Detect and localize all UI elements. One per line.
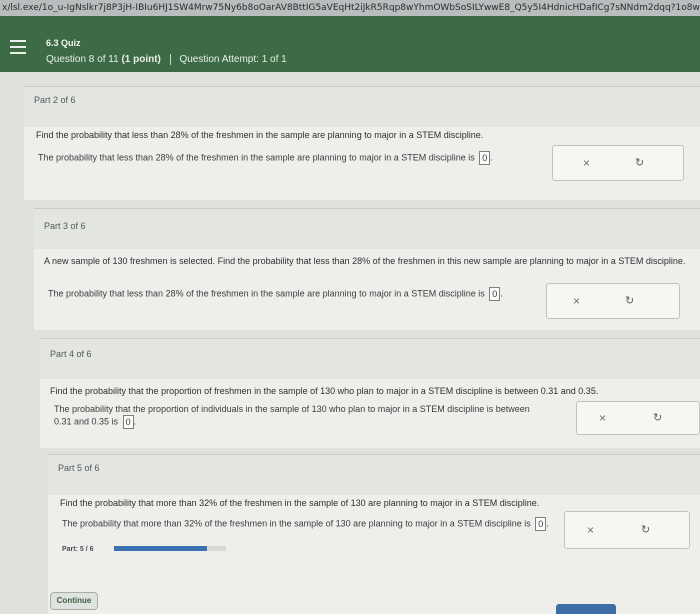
part-2-answer-prefix: The probability that less than 28% of th… [38, 152, 475, 163]
quiz-header: 6.3 Quiz Question 8 of 11 (1 point) Ques… [0, 16, 700, 72]
part-2-panel: Part 2 of 6 Find the probability that le… [24, 86, 700, 200]
part-5-answer-input[interactable]: 0 [535, 517, 547, 531]
part-4-answer-line: The probability that the proportion of i… [54, 403, 594, 429]
attempt-label: Question Attempt: 1 of 1 [179, 54, 287, 66]
part-4-answer-input[interactable]: 0 [122, 415, 134, 429]
part-2-answer-line: The probability that less than 28% of th… [38, 151, 493, 165]
part-4-answer-prefix: The probability that the proportion of i… [54, 404, 530, 414]
part-2-label: Part 2 of 6 [34, 95, 76, 105]
part-3-action-box: × ↻ [546, 283, 680, 319]
quiz-title: 6.3 Quiz [46, 38, 81, 48]
part-2-action-box: × ↻ [552, 145, 684, 181]
redo-icon[interactable]: ↻ [625, 294, 634, 307]
part-4-answer-prefix-2: 0.31 and 0.35 is [54, 416, 119, 427]
question-label: Question 8 of 11 [46, 54, 119, 66]
part-4-action-box: × ↻ [576, 401, 700, 435]
part-2-answer-suffix: . [490, 152, 493, 163]
part-5-panel: Part 5 of 6 Find the probability that mo… [48, 454, 700, 614]
part-3-answer-input[interactable]: 0 [489, 287, 501, 301]
part-3-question: A new sample of 130 freshmen is selected… [44, 256, 686, 266]
close-icon[interactable]: × [587, 523, 594, 537]
part-5-answer-line: The probability that more than 32% of th… [62, 517, 549, 531]
redo-icon[interactable]: ↻ [653, 411, 662, 424]
close-icon[interactable]: × [599, 411, 606, 425]
part-2-question: Find the probability that less than 28% … [36, 130, 484, 140]
part-4-label: Part 4 of 6 [50, 349, 92, 359]
hamburger-icon[interactable] [10, 40, 26, 54]
part-3-label: Part 3 of 6 [44, 221, 86, 231]
continue-button[interactable]: Continue [50, 592, 98, 610]
browser-url-bar[interactable]: x/lsl.exe/1o_u-IgNslkr7j8P3jH-IBIu6HJ1SW… [0, 0, 700, 16]
part-5-answer-prefix: The probability that more than 32% of th… [62, 518, 531, 529]
meta-divider [169, 54, 171, 65]
question-meta: Question 8 of 11 (1 point) Question Atte… [46, 54, 287, 65]
part-2-header [24, 87, 700, 127]
progress-bar [114, 546, 226, 551]
part-3-answer-suffix: . [500, 288, 503, 299]
part-3-header [34, 209, 700, 249]
part-5-header [48, 455, 700, 495]
part-5-label: Part 5 of 6 [58, 463, 100, 473]
progress-label: Part: 5 / 6 [62, 546, 94, 553]
close-icon[interactable]: × [583, 156, 590, 170]
part-3-answer-line: The probability that less than 28% of th… [48, 287, 503, 301]
part-5-question: Find the probability that more than 32% … [60, 498, 540, 508]
redo-icon[interactable]: ↻ [641, 523, 650, 536]
question-points: (1 point) [121, 54, 161, 66]
part-4-answer-suffix: . [133, 416, 137, 427]
part-4-question: Find the probability that the proportion… [50, 386, 599, 396]
part-2-answer-input[interactable]: 0 [479, 151, 491, 165]
part-4-header [40, 339, 700, 379]
progress-fill [114, 546, 208, 551]
part-3-answer-prefix: The probability that less than 28% of th… [48, 288, 485, 299]
part-4-panel: Part 4 of 6 Find the probability that th… [40, 338, 700, 448]
redo-icon[interactable]: ↻ [635, 156, 644, 169]
part-5-action-box: × ↻ [564, 511, 690, 549]
close-icon[interactable]: × [573, 294, 580, 308]
next-button[interactable] [556, 604, 616, 614]
part-3-panel: Part 3 of 6 A new sample of 130 freshmen… [34, 208, 700, 330]
part-5-answer-suffix: . [546, 518, 549, 529]
